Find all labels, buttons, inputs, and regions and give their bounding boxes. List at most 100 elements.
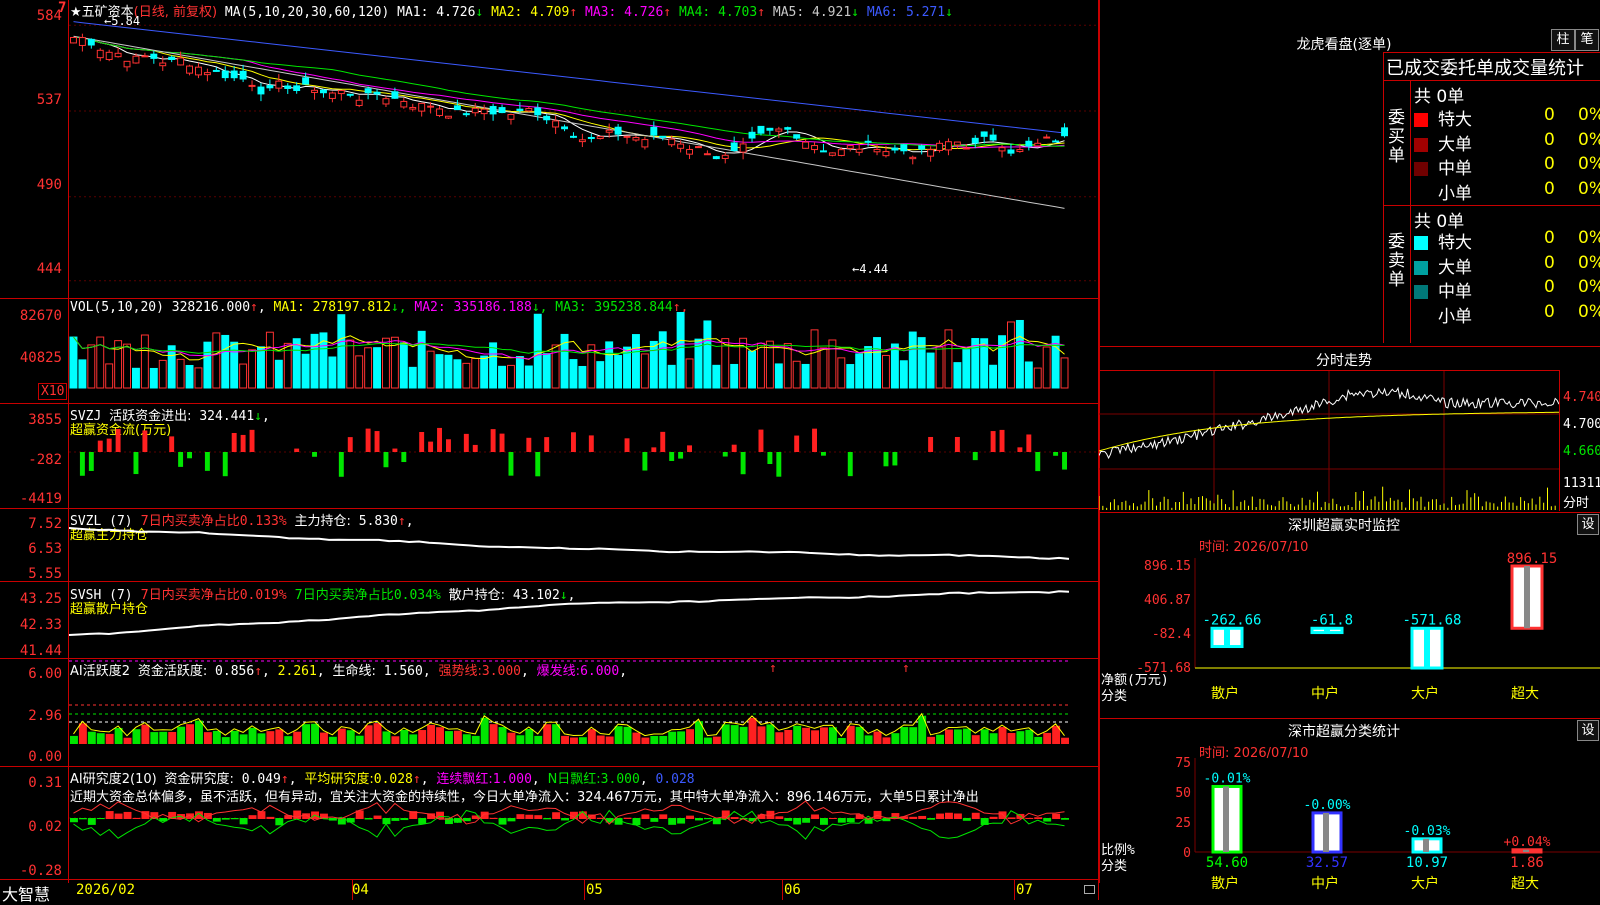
candle-up xyxy=(632,136,640,141)
activity-bar-up xyxy=(641,737,650,744)
candle-up xyxy=(739,143,747,153)
bar-mode-button[interactable]: 柱 xyxy=(1551,29,1575,51)
tick xyxy=(352,879,353,900)
vol-bar-down xyxy=(185,364,194,389)
flow-bar-out xyxy=(204,452,210,471)
flow-bar-out xyxy=(222,452,228,477)
net-category-label: 散户 xyxy=(1211,685,1239,702)
ai-research-axis-label: 0.02 xyxy=(28,819,62,835)
activity-bar-down xyxy=(900,727,909,744)
flow-bar-in xyxy=(374,431,380,452)
intraday-unit: 分时 xyxy=(1563,496,1590,511)
sz-monitor-title: 深圳超赢实时监控 xyxy=(1288,518,1400,534)
order-pct: 0% xyxy=(1578,105,1600,125)
research-bar-up xyxy=(132,817,141,819)
activity-bar-up xyxy=(1061,737,1069,744)
activity-bar-up xyxy=(596,735,605,744)
color-swatch xyxy=(1414,186,1428,201)
intraday-axis-label: 4.740 xyxy=(1563,390,1600,405)
vol-bar-up xyxy=(176,358,185,389)
flow-bar-in xyxy=(249,429,255,452)
candle-up xyxy=(909,156,917,160)
candle-down xyxy=(989,134,997,141)
sz-class-settings-button[interactable]: 设 xyxy=(1577,720,1599,741)
research-bar-up xyxy=(302,813,311,819)
activity-bar-down xyxy=(793,725,802,744)
candle-down xyxy=(891,147,899,151)
vol-bar-up xyxy=(783,343,792,389)
ratio-chart[interactable]: 75 50 25 0 -0.01% 54.60 散户 -0.00% 32.57 中户 -0.03% 1… xyxy=(1099,756,1600,900)
retail-holding-chart[interactable] xyxy=(69,583,1097,658)
vol-bar-down xyxy=(69,336,78,389)
candle-down xyxy=(712,156,720,160)
research-bar-up xyxy=(373,815,382,819)
flow-bar-in xyxy=(544,437,550,452)
research-bar-down xyxy=(462,818,471,822)
research-bar-up xyxy=(623,817,632,819)
vol-bar-down xyxy=(658,331,667,389)
candle-down xyxy=(971,137,979,144)
activity-bar-down xyxy=(400,729,409,744)
divider xyxy=(0,298,1098,299)
order-count: 0 xyxy=(1544,154,1555,174)
candlestick-chart[interactable] xyxy=(69,14,1097,298)
activity-bar-up xyxy=(123,737,132,744)
candle-up xyxy=(686,148,693,155)
vol-unit[interactable]: X10 xyxy=(38,383,68,400)
research-bar-down xyxy=(96,818,105,820)
tick xyxy=(584,879,585,900)
candle-up xyxy=(668,138,676,146)
vol-bar-down xyxy=(962,349,971,389)
activity-bar-down xyxy=(70,735,78,744)
vol-bar-up xyxy=(810,329,819,389)
candle-up xyxy=(1034,142,1042,147)
candle-up xyxy=(114,52,122,58)
intraday-chart[interactable] xyxy=(1099,371,1559,510)
signal-arrow: ↑ xyxy=(769,661,777,676)
ratio-change-label: -0.01% xyxy=(1204,771,1251,786)
net-category-label: 中户 xyxy=(1311,685,1339,702)
activity-chart[interactable]: ↑ ↑ xyxy=(69,660,1097,766)
research-chart[interactable] xyxy=(69,800,1097,879)
research-bar-up xyxy=(936,813,944,819)
ratio-change-label: -0.00% xyxy=(1304,798,1351,813)
order-size-label: 特大 xyxy=(1438,233,1472,253)
research-bar-down xyxy=(846,818,855,823)
fund-flow-chart[interactable] xyxy=(69,405,1097,508)
activity-bar-down xyxy=(525,728,534,744)
vol-bar-up xyxy=(123,343,132,389)
candle-up xyxy=(195,66,202,76)
research-bar-down xyxy=(962,818,971,821)
flow-bar-out xyxy=(767,452,773,464)
activity-bar-up xyxy=(337,728,346,744)
candle-up xyxy=(507,114,515,120)
research-bar-down xyxy=(650,818,659,822)
activity-bar-down xyxy=(1025,729,1034,744)
research-bar-down xyxy=(668,818,677,825)
time-label: 06 xyxy=(784,882,801,898)
research-bar-up xyxy=(114,813,123,819)
tick-mode-button[interactable]: 笔 xyxy=(1575,29,1599,51)
candle-down xyxy=(1007,149,1015,154)
research-bar-up xyxy=(873,810,882,819)
sz-monitor-settings-button[interactable]: 设 xyxy=(1577,514,1599,535)
activity-bar-down xyxy=(346,730,355,744)
vol-bar-up xyxy=(837,357,846,389)
candle-up xyxy=(409,106,417,110)
research-bar-down xyxy=(784,818,793,821)
main-holding-chart[interactable] xyxy=(69,510,1097,581)
main-chart-area[interactable]: ★五矿资本(日线, 前复权) MA(5,10,20,30,60,120) MA1… xyxy=(0,0,1100,904)
net-bar-core xyxy=(1524,566,1530,629)
net-amount-chart[interactable]: 896.15 406.87 -82.4 -571.68 -262.66 散户 -61.8 中户… xyxy=(1099,550,1600,718)
candle-down xyxy=(730,142,738,152)
activity-bar-up xyxy=(605,736,614,744)
vol-bar-down xyxy=(676,312,685,389)
lock-icon[interactable] xyxy=(1084,885,1095,894)
vol-bar-down xyxy=(149,367,158,389)
vol-axis-label: 82670 xyxy=(19,308,62,324)
candle-up xyxy=(382,98,390,105)
net-value-label: -262.66 xyxy=(1202,612,1261,628)
color-swatch xyxy=(1414,162,1428,176)
volume-chart[interactable] xyxy=(69,312,1097,402)
activity-bar-up xyxy=(1007,732,1016,744)
